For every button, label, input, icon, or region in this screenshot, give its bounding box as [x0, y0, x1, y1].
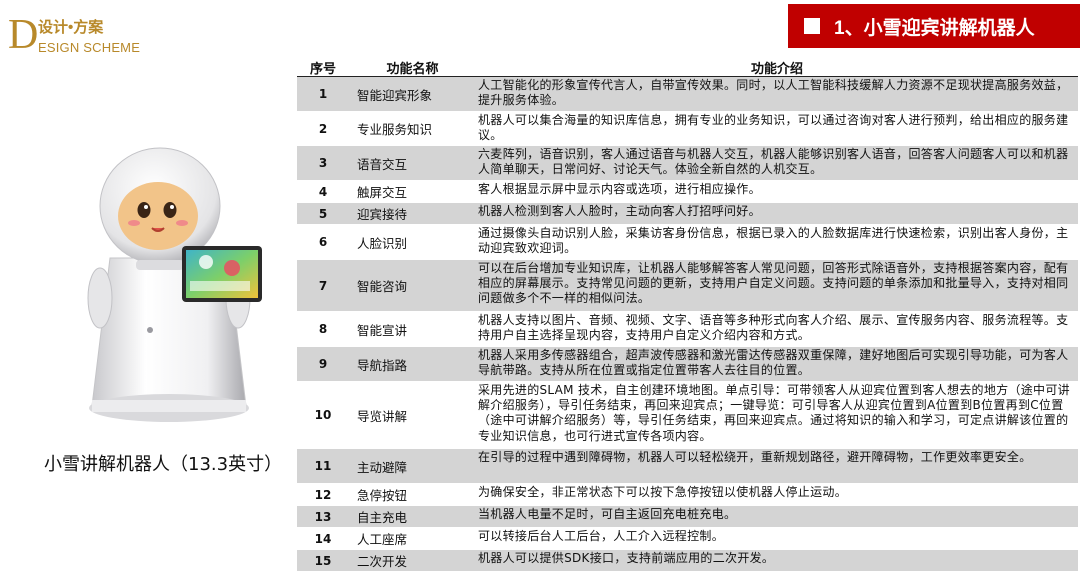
logo-title: 设计•方案 — [38, 19, 104, 36]
robot-image — [87, 147, 262, 422]
feature-name: 导航指路 — [357, 357, 408, 373]
feature-description: 人工智能化的形象宣传代言人，自带宣传效果。同时，以人工智能科技缓解人力资源不足现… — [478, 78, 1069, 108]
feature-description: 机器人支持以图片、音频、视频、文字、语音等多种形式向客人介绍、展示、宣传服务内容… — [478, 313, 1069, 343]
table-row: 7 智能咨询 可以在后台增加专业知识库，让机器人能够解答客人常见问题，回答形式除… — [297, 260, 1078, 312]
feature-description: 可以转接后台人工后台，人工介入远程控制。 — [478, 529, 725, 543]
row-number: 4 — [318, 184, 328, 199]
feature-name: 触屏交互 — [357, 185, 408, 200]
table-row: 9 导航指路 机器人采用多传感器组合，超声波传感器和激光雷达传感器双重保障，建好… — [297, 347, 1078, 382]
logo-subtitle: ESIGN SCHEME — [38, 40, 141, 55]
feature-description: 机器人采用多传感器组合，超声波传感器和激光雷达传感器双重保障，建好地图后可实现引… — [478, 348, 1069, 378]
feature-table: 序号 功能名称 功能介绍 1 智能迎宾形象 人工智能化的形象宣传代言人，自带宣传… — [297, 58, 1078, 572]
robot-illustration — [70, 138, 270, 438]
feature-name: 主动避障 — [357, 459, 408, 475]
feature-description: 机器人可以提供SDK接口，支持前端应用的二次开发。 — [478, 551, 775, 565]
brand-logo: D 设计•方案 ESIGN SCHEME — [8, 10, 158, 60]
header-name: 功能名称 — [386, 61, 439, 77]
row-number: 10 — [314, 408, 332, 422]
feature-name: 自主充电 — [357, 510, 408, 525]
feature-description: 机器人检测到客人人脸时，主动向客人打招呼问好。 — [478, 204, 761, 218]
feature-description: 机器人可以集合海量的知识库信息，拥有专业的业务知识，可以通过咨询对客人进行预判，… — [478, 113, 1069, 143]
table-row: 15 二次开发 机器人可以提供SDK接口，支持前端应用的二次开发。 — [297, 550, 1078, 572]
row-number: 11 — [314, 459, 332, 473]
feature-name: 智能宣讲 — [357, 322, 408, 338]
row-number: 13 — [314, 509, 332, 524]
table-header: 序号 功能名称 功能介绍 — [297, 58, 1078, 77]
row-number: 7 — [318, 278, 328, 293]
feature-name: 智能迎宾形象 — [357, 87, 433, 103]
table-row: 5 迎宾接待 机器人检测到客人人脸时，主动向客人打招呼问好。 — [297, 203, 1078, 225]
feature-description: 客人根据显示屏中显示内容或选项，进行相应操作。 — [478, 182, 761, 196]
header-desc: 功能介绍 — [750, 61, 803, 77]
feature-name: 人工座席 — [357, 532, 408, 547]
feature-name: 专业服务知识 — [357, 122, 433, 137]
row-number: 1 — [318, 87, 328, 101]
feature-description: 采用先进的SLAM 技术，自主创建环境地图。单点引导：可带领客人从迎宾位置到客人… — [478, 383, 1070, 443]
table-row: 8 智能宣讲 机器人支持以图片、音频、视频、文字、语音等多种形式向客人介绍、展示… — [297, 312, 1078, 347]
row-number: 8 — [318, 322, 328, 336]
row-number: 2 — [318, 121, 328, 136]
table-row: 11 主动避障 在引导的过程中遇到障碍物，机器人可以轻松绕开，重新规划路径，避开… — [297, 449, 1078, 484]
row-number: 14 — [314, 531, 332, 546]
feature-description: 六麦阵列，语音识别，客人通过语音与机器人交互，机器人能够识别客人语音，回答客人问… — [478, 147, 1069, 177]
feature-name: 急停按钮 — [357, 488, 408, 503]
feature-name: 迎宾接待 — [357, 207, 408, 222]
feature-name: 人脸识别 — [357, 235, 408, 251]
table-row: 2 专业服务知识 机器人可以集合海量的知识库信息，拥有专业的业务知识，可以通过咨… — [297, 112, 1078, 146]
feature-description: 通过摄像头自动识别人脸，采集访客身份信息，根据已录入的人脸数据库进行快速检索，识… — [478, 226, 1069, 256]
table-row: 4 触屏交互 客人根据显示屏中显示内容或选项，进行相应操作。 — [297, 181, 1078, 203]
feature-name: 二次开发 — [357, 554, 408, 569]
table-row: 3 语音交互 六麦阵列，语音识别，客人通过语音与机器人交互，机器人能够识别客人语… — [297, 146, 1078, 181]
logo-letter: D — [8, 12, 39, 58]
row-number: 6 — [318, 235, 328, 249]
robot-caption: 小雪讲解机器人（13.3英寸） — [44, 454, 283, 475]
row-number: 15 — [314, 553, 332, 568]
feature-description: 可以在后台增加专业知识库，让机器人能够解答客人常见问题，回答形式除语音外，支持根… — [478, 261, 1069, 306]
row-number: 3 — [318, 156, 328, 170]
table-row: 6 人脸识别 通过摄像头自动识别人脸，采集访客身份信息，根据已录入的人脸数据库进… — [297, 225, 1078, 260]
table-row: 13 自主充电 当机器人电量不足时，可自主返回充电桩充电。 — [297, 506, 1078, 528]
row-number: 9 — [318, 357, 328, 371]
feature-name: 智能咨询 — [357, 279, 408, 294]
table-row: 12 急停按钮 为确保安全，非正常状态下可以按下急停按钮以使机器人停止运动。 — [297, 484, 1078, 506]
section-title: 1、小雪迎宾讲解机器人 — [834, 17, 1035, 39]
feature-description: 在引导的过程中遇到障碍物，机器人可以轻松绕开，重新规划路径，避开障碍物，工作更效… — [478, 450, 1032, 464]
row-number: 12 — [314, 487, 332, 502]
feature-description: 为确保安全，非正常状态下可以按下急停按钮以使机器人停止运动。 — [478, 485, 848, 499]
row-number: 5 — [318, 206, 328, 221]
feature-description: 当机器人电量不足时，可自主返回充电桩充电。 — [478, 507, 737, 521]
table-row: 1 智能迎宾形象 人工智能化的形象宣传代言人，自带宣传效果。同时，以人工智能科技… — [297, 77, 1078, 112]
section-banner: 1、小雪迎宾讲解机器人 — [788, 4, 1080, 48]
square-bullet-icon — [804, 18, 820, 34]
table-row: 14 人工座席 可以转接后台人工后台，人工介入远程控制。 — [297, 528, 1078, 550]
feature-name: 导览讲解 — [357, 408, 408, 424]
header-no: 序号 — [309, 61, 336, 77]
feature-name: 语音交互 — [357, 156, 408, 172]
table-row: 10 导览讲解 采用先进的SLAM 技术，自主创建环境地图。单点引导：可带领客人… — [297, 382, 1078, 449]
